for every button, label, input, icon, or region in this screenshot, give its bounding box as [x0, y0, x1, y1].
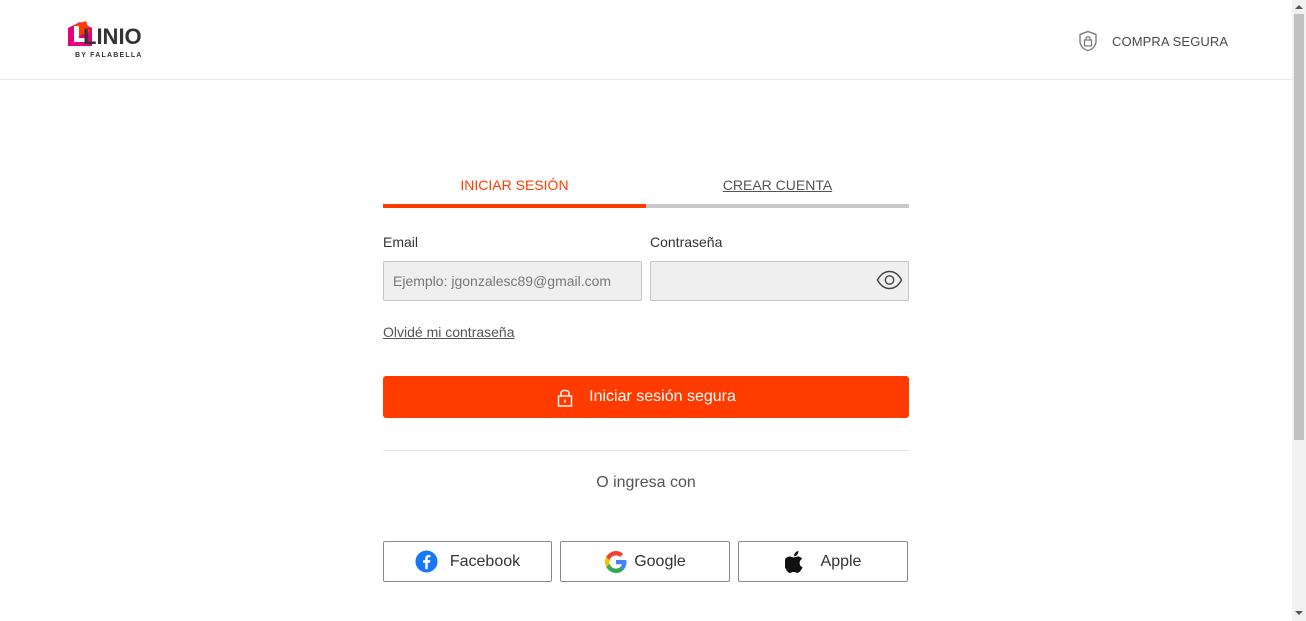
apple-icon	[784, 550, 803, 573]
social-login-caption: O ingresa con	[596, 474, 696, 491]
eye-icon[interactable]	[876, 270, 903, 290]
apple-login-label: Apple	[820, 552, 862, 570]
auth-tabs: INICIAR SESIÓN CREAR CUENTA	[383, 168, 909, 209]
shield-lock-icon	[1079, 30, 1097, 52]
linio-logo[interactable]: LINIO BY FALABELLA	[66, 20, 158, 62]
page-scrollbar[interactable]	[1292, 0, 1306, 621]
facebook-icon	[415, 550, 438, 573]
email-label: Email	[383, 234, 419, 250]
logo-wordmark: LINIO	[83, 24, 142, 49]
site-header: LINIO BY FALABELLA COMPRA SEGURA	[0, 0, 1292, 80]
email-field[interactable]	[383, 261, 642, 301]
secure-purchase-label: COMPRA SEGURA	[1112, 33, 1229, 49]
section-divider	[383, 450, 909, 451]
facebook-login-button[interactable]: Facebook	[383, 541, 552, 582]
google-icon	[605, 550, 627, 573]
forgot-password-link[interactable]: Olvidé mi contraseña	[383, 324, 515, 340]
tab-login[interactable]: INICIAR SESIÓN	[383, 168, 646, 209]
secure-login-label: Iniciar sesión segura	[589, 388, 736, 405]
apple-login-button[interactable]: Apple	[738, 541, 908, 582]
tab-create-account[interactable]: CREAR CUENTA	[646, 168, 909, 209]
password-field[interactable]	[650, 261, 909, 301]
scroll-down-arrow-icon[interactable]	[1295, 609, 1303, 617]
secure-purchase-badge: COMPRA SEGURA	[1078, 30, 1228, 52]
tab-inactive-indicator	[646, 204, 909, 208]
google-login-button[interactable]: Google	[560, 541, 730, 582]
tab-active-indicator	[383, 204, 646, 208]
lock-icon	[557, 389, 573, 407]
facebook-login-label: Facebook	[449, 552, 521, 570]
scrollbar-thumb[interactable]	[1294, 14, 1304, 440]
logo-subtext: BY FALABELLA	[75, 52, 143, 59]
password-label: Contraseña	[650, 234, 723, 250]
scroll-up-arrow-icon[interactable]	[1295, 3, 1303, 11]
google-login-label: Google	[634, 552, 686, 570]
secure-login-button[interactable]: Iniciar sesión segura	[383, 376, 909, 418]
